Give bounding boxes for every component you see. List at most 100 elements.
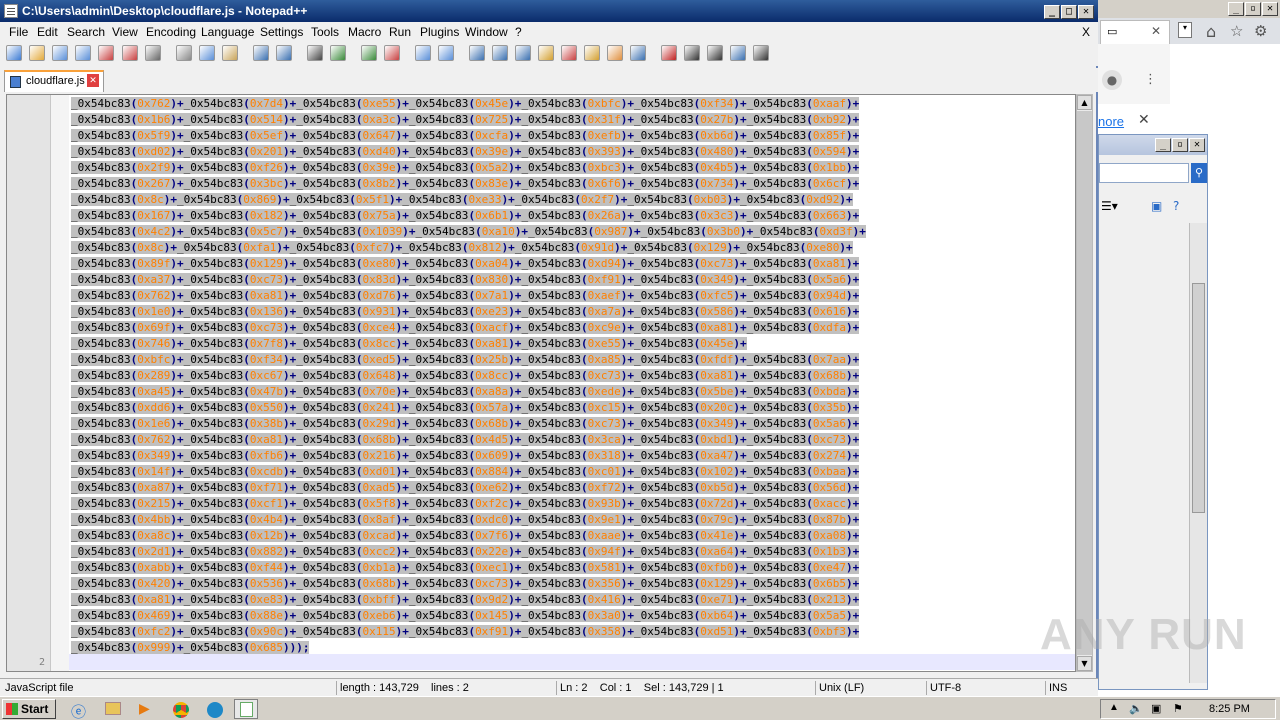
notepadpp-taskbar-icon[interactable] <box>234 699 258 719</box>
menu-view[interactable]: View <box>112 25 138 39</box>
user-lang-icon[interactable] <box>538 45 554 61</box>
code-line: _0x54bc83(0x8c)+_0x54bc83(0xfa1)+_0x54bc… <box>71 241 853 254</box>
menu-tools[interactable]: Tools <box>311 25 339 39</box>
play-macro-icon[interactable] <box>707 45 723 61</box>
sec-maximize-button[interactable]: ▫ <box>1172 138 1188 152</box>
code-line: _0x54bc83(0x2f9)+_0x54bc83(0xf26)+_0x54b… <box>71 161 860 174</box>
home-icon[interactable]: ⌂ <box>1206 22 1216 41</box>
sync-v-icon[interactable] <box>415 45 431 61</box>
code-line: _0x54bc83(0xbfc)+_0x54bc83(0xf34)+_0x54b… <box>71 353 860 366</box>
profile-avatar-icon[interactable]: ● <box>1102 70 1122 90</box>
dismiss-close-icon[interactable]: ✕ <box>1138 112 1150 128</box>
save-all-icon[interactable] <box>75 45 91 61</box>
cut-icon[interactable] <box>176 45 192 61</box>
find-icon[interactable] <box>307 45 323 61</box>
close-icon[interactable] <box>98 45 114 61</box>
edge-taskbar-icon[interactable] <box>202 699 226 719</box>
chrome-taskbar-icon[interactable] <box>168 699 192 719</box>
ie-taskbar-icon[interactable]: ⓔ <box>66 699 90 720</box>
tray-expand-icon[interactable]: ▲ <box>1109 702 1119 713</box>
print-icon[interactable] <box>145 45 161 61</box>
secondary-search-input[interactable] <box>1099 163 1189 183</box>
menu-plugins[interactable]: Plugins <box>420 25 459 39</box>
menu-encoding[interactable]: Encoding <box>146 25 196 39</box>
menu-language[interactable]: Language <box>201 25 254 39</box>
run-macro-multi-icon[interactable] <box>730 45 746 61</box>
replace-icon[interactable] <box>330 45 346 61</box>
open-file-icon[interactable] <box>29 45 45 61</box>
media-player-taskbar-icon[interactable]: ▶ <box>134 699 158 719</box>
paste-icon[interactable] <box>222 45 238 61</box>
menu-run[interactable]: Run <box>389 25 411 39</box>
browser-tab[interactable]: ▭ ✕ <box>1100 20 1170 44</box>
bg-minimize-button[interactable]: _ <box>1228 2 1244 16</box>
scroll-thumb[interactable] <box>1077 111 1092 655</box>
monitor-icon[interactable] <box>630 45 646 61</box>
explorer-taskbar-icon[interactable] <box>100 699 124 719</box>
scroll-up-button[interactable]: ▲ <box>1077 95 1092 110</box>
save-icon[interactable] <box>52 45 68 61</box>
editor-pane[interactable]: 2 _0x54bc83(0x762)+_0x54bc83(0x7d4)+_0x5… <box>6 94 1076 672</box>
close-document-button[interactable]: X <box>1082 25 1090 39</box>
function-list-icon[interactable] <box>584 45 600 61</box>
record-macro-icon[interactable] <box>661 45 677 61</box>
menu-help[interactable]: ? <box>515 25 522 39</box>
minimize-button[interactable]: _ <box>1044 5 1060 19</box>
panel-icon[interactable]: ▣ <box>1151 199 1162 213</box>
word-wrap-icon[interactable] <box>469 45 485 61</box>
settings-gear-icon[interactable]: ⚙ <box>1254 22 1267 40</box>
list-options-icon[interactable]: ☰▾ <box>1101 199 1118 213</box>
tab-bar: cloudflare.js ✕ <box>0 68 1098 92</box>
dropdown-icon[interactable]: ▾ <box>1178 22 1192 38</box>
title-bar: C:\Users\admin\Desktop\cloudflare.js - N… <box>0 0 1098 22</box>
more-vertical-icon[interactable]: ⋮ <box>1144 72 1157 87</box>
start-button[interactable]: Start <box>2 699 56 719</box>
code-line: _0x54bc83(0x89f)+_0x54bc83(0x129)+_0x54b… <box>71 257 860 270</box>
folder-workspace-icon[interactable] <box>607 45 623 61</box>
doc-map-icon[interactable] <box>561 45 577 61</box>
code-line: _0x54bc83(0xa37)+_0x54bc83(0xc73)+_0x54b… <box>71 273 860 286</box>
menu-search[interactable]: Search <box>67 25 105 39</box>
maximize-button[interactable]: □ <box>1061 5 1077 19</box>
tab-cloudflare-js[interactable]: cloudflare.js ✕ <box>4 70 104 92</box>
menu-file[interactable]: File <box>9 25 28 39</box>
close-all-icon[interactable] <box>122 45 138 61</box>
window-title: C:\Users\admin\Desktop\cloudflare.js - N… <box>22 4 308 18</box>
sec-close-button[interactable]: ✕ <box>1189 138 1205 152</box>
bg-maximize-button[interactable]: ▫ <box>1245 2 1261 16</box>
action-center-flag-icon[interactable]: ⚑ <box>1173 702 1183 715</box>
all-chars-icon[interactable] <box>492 45 508 61</box>
tab-close-icon[interactable]: ✕ <box>87 74 99 87</box>
undo-icon[interactable] <box>253 45 269 61</box>
menu-settings[interactable]: Settings <box>260 25 303 39</box>
bg-close-button[interactable]: ✕ <box>1262 2 1278 16</box>
browser-tab-close-icon[interactable]: ✕ <box>1151 24 1161 38</box>
menu-macro[interactable]: Macro <box>348 25 381 39</box>
star-icon[interactable]: ☆ <box>1230 22 1243 40</box>
vertical-scrollbar[interactable]: ▲ ▼ <box>1076 94 1093 672</box>
save-macro-icon[interactable] <box>753 45 769 61</box>
zoom-out-icon[interactable] <box>384 45 400 61</box>
secondary-window: _ ▫ ✕ ⚲ ☰▾ ▣ ? <box>1098 134 1208 690</box>
zoom-in-icon[interactable] <box>361 45 377 61</box>
help-icon[interactable]: ? <box>1173 199 1179 213</box>
toolbar <box>0 42 1098 66</box>
copy-icon[interactable] <box>199 45 215 61</box>
code-content[interactable]: _0x54bc83(0x762)+_0x54bc83(0x7d4)+_0x54b… <box>71 96 1071 656</box>
sync-h-icon[interactable] <box>438 45 454 61</box>
system-tray: ▲ 🔈 ▣ ⚑ 8:25 PM <box>1100 699 1276 719</box>
more-link[interactable]: nore <box>1098 114 1124 129</box>
indent-guide-icon[interactable] <box>515 45 531 61</box>
clock[interactable]: 8:25 PM <box>1209 703 1250 715</box>
stop-macro-icon[interactable] <box>684 45 700 61</box>
close-button[interactable]: ✕ <box>1078 5 1094 19</box>
menu-window[interactable]: Window <box>465 25 508 39</box>
sec-minimize-button[interactable]: _ <box>1155 138 1171 152</box>
volume-icon[interactable]: 🔈 <box>1129 702 1143 715</box>
redo-icon[interactable] <box>276 45 292 61</box>
search-icon[interactable]: ⚲ <box>1191 163 1207 183</box>
network-icon[interactable]: ▣ <box>1151 702 1161 715</box>
menu-edit[interactable]: Edit <box>37 25 58 39</box>
new-file-icon[interactable] <box>6 45 22 61</box>
code-line: _0x54bc83(0x420)+_0x54bc83(0x536)+_0x54b… <box>71 577 860 590</box>
